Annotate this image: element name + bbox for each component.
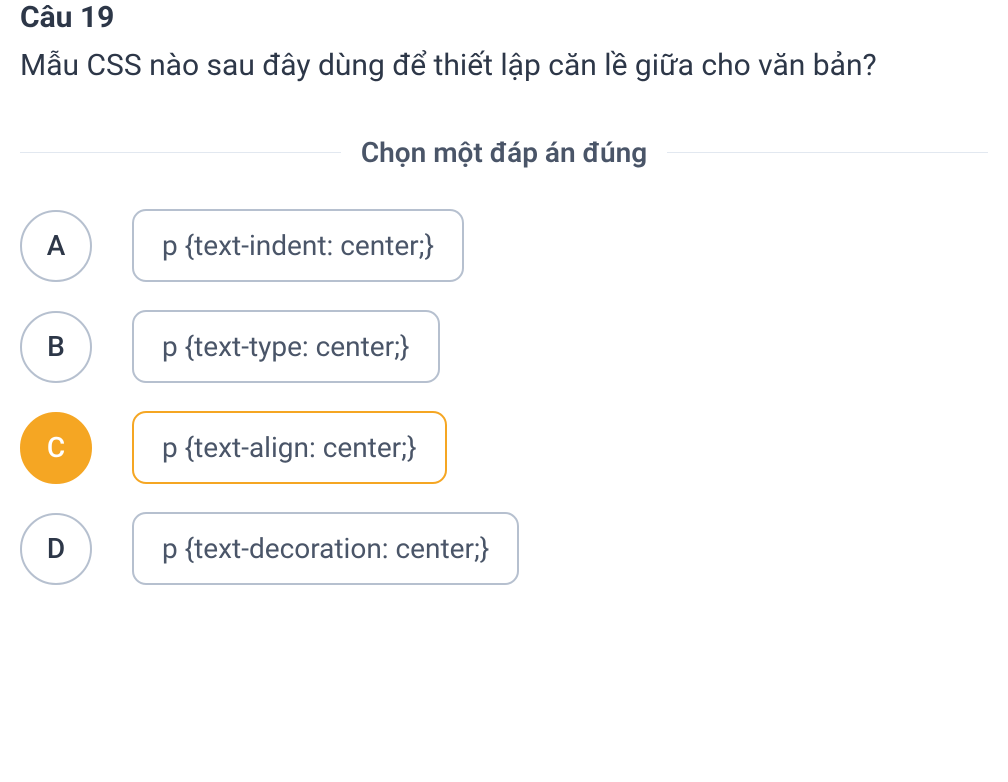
option-letter-d[interactable]: D	[20, 513, 92, 585]
option-letter-b[interactable]: B	[20, 311, 92, 383]
option-letter-a[interactable]: A	[20, 210, 92, 282]
option-box-b[interactable]: p {text-type: center;}	[132, 310, 440, 383]
option-c[interactable]: C p {text-align: center;}	[20, 411, 988, 484]
option-b[interactable]: B p {text-type: center;}	[20, 310, 988, 383]
question-text: Mẫu CSS nào sau đây dùng để thiết lập că…	[20, 43, 988, 88]
question-number: Câu 19	[20, 0, 988, 35]
instruction-text: Chọn một đáp án đúng	[341, 136, 667, 169]
question-header: Câu 19 Mẫu CSS nào sau đây dùng để thiết…	[20, 0, 988, 136]
divider-right	[667, 152, 988, 153]
divider-left	[20, 152, 341, 153]
option-box-a[interactable]: p {text-indent: center;}	[132, 209, 464, 282]
option-box-c[interactable]: p {text-align: center;}	[132, 411, 447, 484]
option-letter-c[interactable]: C	[20, 412, 92, 484]
option-box-d[interactable]: p {text-decoration: center;}	[132, 512, 519, 585]
instruction-row: Chọn một đáp án đúng	[20, 136, 988, 169]
options-list: A p {text-indent: center;} B p {text-typ…	[20, 209, 988, 585]
option-d[interactable]: D p {text-decoration: center;}	[20, 512, 988, 585]
option-a[interactable]: A p {text-indent: center;}	[20, 209, 988, 282]
